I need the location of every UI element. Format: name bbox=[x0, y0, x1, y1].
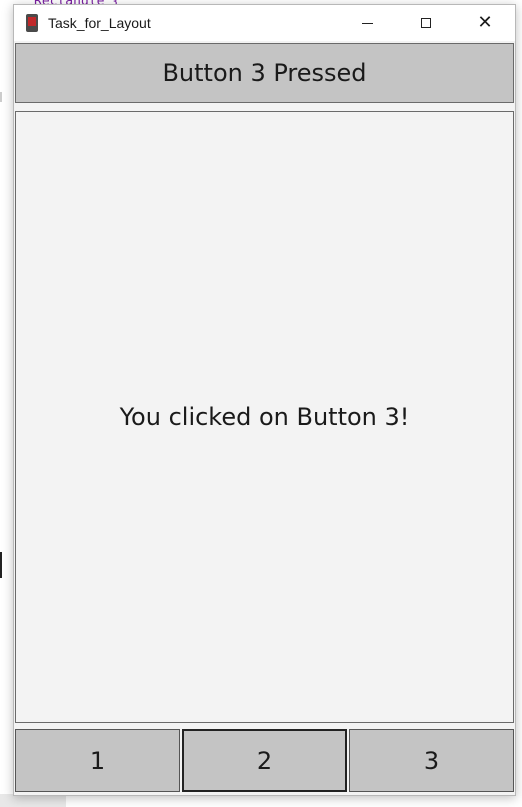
close-button[interactable]: ✕ bbox=[462, 5, 508, 41]
button-3[interactable]: 3 bbox=[349, 729, 514, 792]
close-icon: ✕ bbox=[477, 12, 493, 33]
minimize-icon bbox=[361, 22, 373, 24]
app-icon bbox=[26, 14, 38, 32]
message-area: You clicked on Button 3! bbox=[15, 111, 514, 723]
button-1[interactable]: 1 bbox=[15, 729, 180, 792]
app-window: Task_for_Layout ✕ Button 3 Pressed You c… bbox=[13, 4, 516, 796]
header-status-button[interactable]: Button 3 Pressed bbox=[15, 43, 514, 103]
background-edge-dark bbox=[0, 552, 2, 578]
background-edge bbox=[0, 92, 2, 102]
minimize-button[interactable] bbox=[344, 5, 390, 41]
window-title: Task_for_Layout bbox=[48, 15, 151, 31]
title-bar[interactable]: Task_for_Layout ✕ bbox=[14, 5, 515, 41]
message-text: You clicked on Button 3! bbox=[119, 403, 410, 431]
maximize-button[interactable] bbox=[403, 5, 449, 41]
button-2[interactable]: 2 bbox=[182, 729, 347, 792]
maximize-icon bbox=[421, 18, 431, 28]
